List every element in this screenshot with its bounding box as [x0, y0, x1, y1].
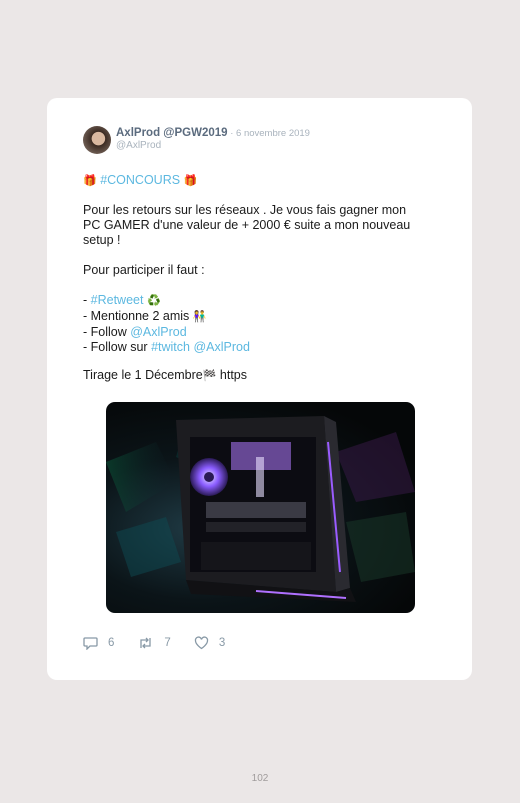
bullet-retweet: - #Retweet ♻️: [83, 293, 250, 309]
mention-axlprod[interactable]: @AxlProd: [130, 325, 186, 339]
bullet-prefix: -: [83, 293, 91, 307]
author-block: AxlProd @PGW2019 · 6 novembre 2019 @AxlP…: [116, 127, 310, 151]
reply-count: 6: [108, 637, 115, 649]
retweet-icon: [140, 637, 152, 649]
gaming-pc-illustration: [106, 416, 415, 602]
tweet-header: AxlProd @PGW2019 · 6 novembre 2019 @AxlP…: [83, 126, 310, 154]
concours-line: 🎁 #CONCOURS 🎁: [83, 173, 197, 189]
gift-icon: 🎁: [183, 175, 198, 187]
tirage-link[interactable]: https: [216, 368, 247, 382]
hashtag-retweet[interactable]: #Retweet: [91, 293, 144, 307]
checkered-flag-icon: 🏁: [202, 370, 217, 382]
tweet-actions: 6 7 3: [83, 636, 248, 650]
author-line: AxlProd @PGW2019 · 6 novembre 2019: [116, 127, 310, 139]
bullet-prefix: - Follow: [83, 325, 131, 339]
paragraph-line: PC GAMER d'une valeur de + 2000 € suite …: [83, 218, 411, 232]
heart-icon: [194, 636, 208, 650]
author-name[interactable]: AxlProd @PGW2019: [116, 127, 228, 139]
author-handle[interactable]: @AxlProd: [116, 140, 310, 151]
recycle-icon: ♻️: [146, 295, 161, 307]
avatar[interactable]: [83, 126, 111, 154]
bullet-text: - Mentionne 2 amis: [83, 309, 190, 323]
hashtag-twitch[interactable]: #twitch: [151, 340, 190, 354]
tweet-image-gaming-pc[interactable]: [106, 402, 415, 613]
tirage-line: Tirage le 1 Décembre🏁 https: [83, 368, 247, 384]
reply-button[interactable]: 6: [83, 636, 114, 650]
bullet-follow-twitch: - Follow sur #twitch @AxlProd: [83, 340, 250, 355]
reply-icon: [83, 637, 98, 650]
tweet-card: AxlProd @PGW2019 · 6 novembre 2019 @AxlP…: [47, 98, 472, 680]
bullet-prefix: - Follow sur: [83, 340, 152, 354]
like-count: 3: [218, 637, 226, 649]
bullet-follow: - Follow @AxlProd: [83, 325, 250, 340]
paragraph-line: Pour les retours sur les réseaux . Je vo…: [83, 203, 407, 217]
tweet-paragraph-1: Pour les retours sur les réseaux . Je vo…: [83, 203, 410, 248]
tirage-text: Tirage le 1 Décembre: [83, 368, 203, 382]
tweet-date[interactable]: 6 novembre 2019: [236, 128, 310, 139]
bullet-mention: - Mentionne 2 amis 👫: [83, 309, 250, 325]
page-number: 102: [251, 773, 269, 784]
retweet-button[interactable]: 7: [137, 636, 171, 650]
friends-icon: 👫: [192, 311, 207, 323]
retweet-count: 7: [164, 637, 171, 649]
date-separator: ·: [227, 128, 237, 139]
mention-axlprod[interactable]: @AxlProd: [193, 340, 249, 354]
gift-icon: 🎁: [83, 175, 97, 187]
hashtag-concours[interactable]: #CONCOURS: [100, 173, 180, 187]
tweet-paragraph-2: Pour participer il faut :: [83, 263, 205, 277]
like-button[interactable]: 3: [194, 636, 225, 650]
paragraph-line: setup !: [83, 233, 121, 247]
bullet-list: - #Retweet ♻️ - Mentionne 2 amis 👫 - Fol…: [83, 293, 250, 355]
